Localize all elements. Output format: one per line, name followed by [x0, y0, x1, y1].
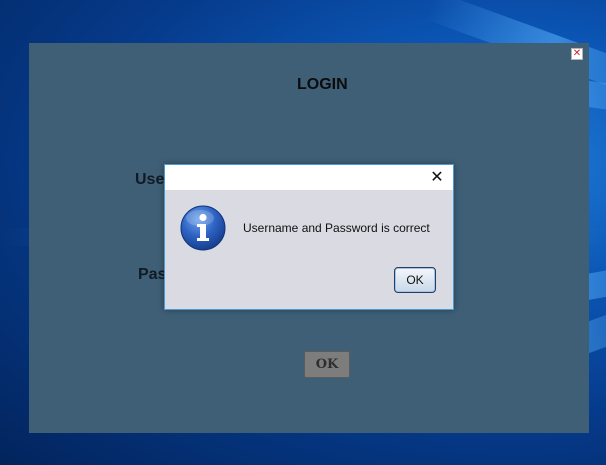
username-label: Use — [135, 171, 165, 188]
login-title: LOGIN — [297, 76, 348, 93]
dialog-close-button[interactable]: ✕ — [429, 168, 445, 186]
dialog-message: Username and Password is correct — [243, 221, 430, 235]
message-dialog: ✕ Username and Password is correct OK — [164, 164, 454, 310]
password-label: Pas — [138, 266, 167, 283]
dialog-ok-button[interactable]: OK — [394, 267, 436, 293]
desktop: ✕ LOGIN Use Pas OK ✕ Username and Passwo… — [0, 0, 606, 465]
login-ok-button[interactable]: OK — [304, 351, 350, 378]
login-close-button[interactable]: ✕ — [571, 48, 583, 60]
info-icon — [180, 205, 226, 251]
dialog-titlebar[interactable]: ✕ — [165, 165, 453, 190]
